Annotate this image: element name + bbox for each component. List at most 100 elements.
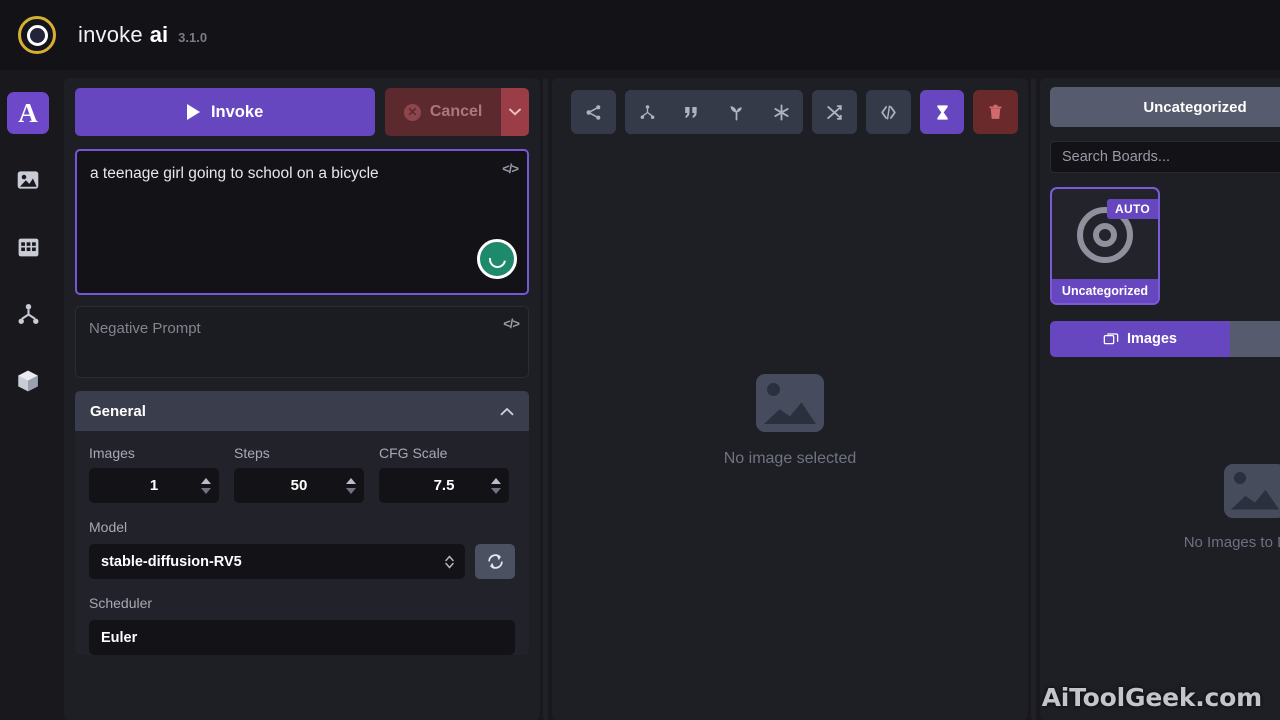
use-all-parameters-button[interactable] (625, 90, 670, 134)
left-nav-rail: A (0, 70, 56, 720)
auto-badge: AUTO (1107, 199, 1158, 219)
scheduler-label: Scheduler (89, 595, 152, 611)
sidebar-item-model-manager[interactable] (7, 360, 49, 402)
scheduler-value: Euler (101, 630, 137, 646)
steps-decrement-icon[interactable] (346, 488, 356, 494)
sidebar-item-text-to-image[interactable]: A (7, 92, 49, 134)
general-accordion-header[interactable]: General (75, 391, 529, 431)
viewer-panel: No image selected (552, 78, 1028, 720)
right-panel-resize-handle[interactable] (1031, 78, 1036, 720)
use-initial-image-button[interactable] (759, 90, 804, 134)
image-icon (15, 167, 41, 193)
search-boards-wrap (1050, 141, 1280, 173)
steps-stepper[interactable]: 50 (234, 468, 364, 503)
cancel-button[interactable]: ✕ Cancel (385, 88, 501, 136)
sidebar-item-image-to-image[interactable] (7, 159, 49, 201)
sidebar-item-unified-canvas[interactable] (7, 226, 49, 268)
nodes-icon (16, 302, 41, 327)
parameters-panel: Invoke ✕ Cancel </> a teenage girl going… (64, 78, 540, 720)
scheduler-field: Scheduler Euler (89, 595, 515, 655)
steps-increment-icon[interactable] (346, 478, 356, 484)
images-icon (1103, 331, 1119, 347)
refresh-models-button[interactable] (475, 544, 515, 579)
brand-primary: invoke (78, 22, 143, 48)
invoke-row: Invoke ✕ Cancel (75, 88, 529, 136)
negative-prompt-code-icon[interactable]: </> (503, 316, 519, 331)
cancel-x-icon: ✕ (404, 104, 421, 121)
image-viewer-empty-state: No image selected (562, 136, 1018, 706)
model-label: Model (89, 519, 127, 535)
model-value: stable-diffusion-RV5 (101, 554, 242, 570)
numeric-fields-row: Images 1 Steps 50 (89, 445, 515, 503)
images-stepper[interactable]: 1 (89, 468, 219, 503)
cancel-options-button[interactable] (501, 88, 529, 136)
tab-images[interactable]: Images (1050, 321, 1230, 357)
hourglass-icon (933, 103, 952, 122)
image-toolbar (562, 88, 1018, 136)
images-increment-icon[interactable] (201, 478, 211, 484)
board-card-label: Uncategorized (1052, 279, 1158, 303)
left-panel-resize-handle[interactable] (543, 78, 548, 720)
chevron-updown-icon (444, 554, 455, 570)
steps-label: Steps (234, 445, 364, 461)
model-field: Model stable-diffusion-RV5 (89, 519, 515, 579)
chevron-up-icon (500, 407, 514, 416)
cfg-scale-label: CFG Scale (379, 445, 509, 461)
cfg-scale-value: 7.5 (434, 477, 455, 494)
shuffle-icon (825, 103, 844, 122)
shuffle-button[interactable] (812, 90, 857, 134)
gallery-panel: Uncategorized AUTO Uncategorized Images (1040, 78, 1280, 720)
gallery-placeholder-icon (1224, 464, 1280, 518)
board-card-uncategorized[interactable]: AUTO Uncategorized (1050, 187, 1160, 305)
brand-bold: ai (150, 22, 168, 48)
play-icon (187, 104, 200, 120)
letter-a-icon: A (18, 100, 38, 127)
model-row: stable-diffusion-RV5 (89, 544, 515, 579)
sprout-icon (727, 103, 746, 122)
image-placeholder-icon (756, 374, 824, 432)
steps-field: Steps 50 (234, 445, 364, 503)
delete-button[interactable] (973, 90, 1018, 134)
gallery-empty-state: No Images to Display (1050, 357, 1280, 657)
tab-images-label: Images (1127, 331, 1177, 347)
scheduler-select[interactable]: Euler (89, 620, 515, 655)
cfg-scale-spinner[interactable] (491, 468, 501, 503)
queue-button[interactable] (920, 90, 965, 134)
board-selector-label: Uncategorized (1143, 99, 1246, 116)
chevron-down-icon (509, 108, 521, 116)
cfg-scale-decrement-icon[interactable] (491, 488, 501, 494)
metadata-button[interactable] (866, 90, 911, 134)
images-field: Images 1 (89, 445, 219, 503)
app-header: invoke ai 3.1.0 (0, 0, 1280, 70)
tab-assets[interactable] (1230, 321, 1280, 357)
prompt-code-icon[interactable]: </> (502, 160, 518, 178)
no-image-selected-text: No image selected (724, 450, 857, 468)
general-accordion-body: Images 1 Steps 50 (75, 431, 529, 655)
mouse-cursor-indicator (477, 239, 517, 279)
steps-spinner[interactable] (346, 468, 356, 503)
watermark: AiToolGeek.com (1042, 683, 1262, 712)
invoke-logo-icon (18, 16, 56, 54)
share-icon-button[interactable] (571, 90, 616, 134)
share-icon (584, 103, 603, 122)
negative-prompt-input[interactable]: </> Negative Prompt (75, 306, 529, 378)
images-spinner[interactable] (201, 468, 211, 503)
gallery-tabs: Images (1050, 321, 1280, 357)
nodes-icon (638, 103, 657, 122)
cfg-scale-stepper[interactable]: 7.5 (379, 468, 509, 503)
cancel-group: ✕ Cancel (385, 88, 529, 136)
invoke-button[interactable]: Invoke (75, 88, 375, 136)
use-prompt-button[interactable] (669, 90, 714, 134)
positive-prompt-input[interactable]: </> a teenage girl going to school on a … (75, 149, 529, 295)
model-select[interactable]: stable-diffusion-RV5 (89, 544, 465, 579)
cfg-scale-increment-icon[interactable] (491, 478, 501, 484)
cancel-button-label: Cancel (430, 103, 482, 121)
app-version: 3.1.0 (178, 30, 207, 45)
search-boards-input[interactable] (1050, 141, 1280, 173)
board-selector-header[interactable]: Uncategorized (1050, 87, 1280, 127)
use-seed-button[interactable] (714, 90, 759, 134)
images-label: Images (89, 445, 219, 461)
images-decrement-icon[interactable] (201, 488, 211, 494)
sidebar-item-node-editor[interactable] (7, 293, 49, 335)
cube-icon (15, 368, 41, 394)
